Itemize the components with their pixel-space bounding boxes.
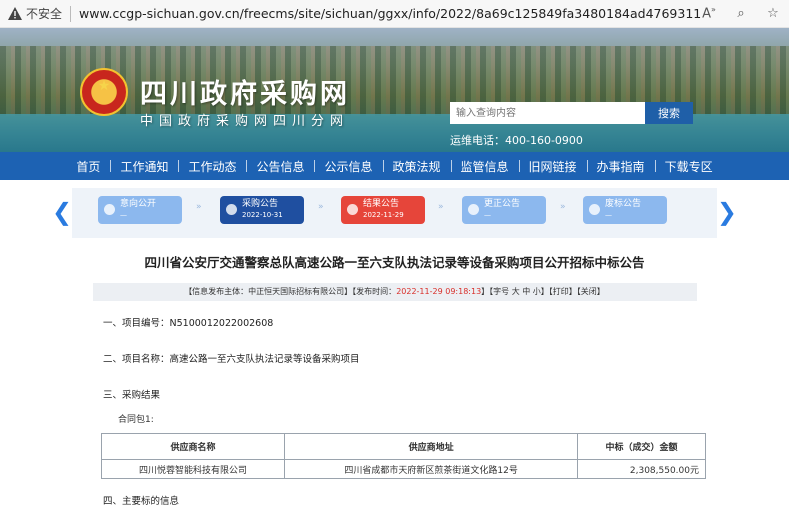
meta-actions[interactable]: 】【字号 大 中 小】【打印】【关闭】 [481,287,605,296]
contract-package: 合同包1: [118,415,154,425]
procurement-result-heading: 三、采购结果 [103,390,161,401]
main-items-heading: 四、主要标的信息 [103,496,180,505]
security-label: 不安全 [26,7,63,21]
warning-icon [8,7,22,21]
step-intent[interactable]: 意向公开 — [98,196,182,224]
step-result[interactable]: 结果公告 2022-11-29 [341,196,425,224]
step-cancel[interactable]: 废标公告 — [583,196,667,224]
article-meta: 【信息发布主体：中正恒天国际招标有限公司】【发布时间：2022-11-29 09… [92,283,697,301]
step-icon [104,204,115,215]
step-label: 结果公告 [363,199,400,209]
site-title[interactable]: 四川政府采购网 [140,72,350,111]
favorite-star-icon[interactable]: ☆ [765,6,781,21]
nav-policies[interactable]: 政策法规 [382,158,451,175]
nav-work-news[interactable]: 工作动态 [178,158,246,175]
nav-announcements[interactable]: 公告信息 [246,158,314,175]
double-chevron-icon: » [196,202,202,212]
nav-home[interactable]: 首页 [66,158,110,175]
result-table: 供应商名称 供应商地址 中标（成交）金额 四川悦蓉智能科技有限公司 四川省成都市… [100,433,706,479]
col-supplier-address: 供应商地址 [284,433,579,460]
step-label: 废标公告 [605,199,642,209]
step-icon [226,204,237,215]
read-aloud-icon[interactable]: A» [701,5,717,21]
project-number: 一、项目编号：N5100012022002608 [103,318,274,329]
step-label: 更正公告 [484,199,521,209]
article-title: 四川省公安厅交通警察总队高速公路一至六支队执法记录等设备采购项目公开招标中标公告 [144,255,645,270]
step-icon [347,204,358,215]
nav-supervision[interactable]: 监管信息 [450,158,519,175]
search-input[interactable] [450,102,645,124]
procurement-steps: ❮ 意向公开 — » 采购公告 2022-10-31 » 结果公告 2022-1… [52,188,737,238]
url-field[interactable]: www.ccgp-sichuan.gov.cn/freecms/site/sic… [79,6,701,21]
col-award-amount: 中标（成交）金额 [577,433,706,460]
divider [70,5,72,22]
search-button[interactable]: 搜索 [645,102,693,124]
step-date: — [120,211,127,219]
browser-address-bar: 不安全 www.ccgp-sichuan.gov.cn/freecms/site… [0,0,789,28]
zoom-icon[interactable]: ⌕ [733,6,749,21]
step-procurement[interactable]: 采购公告 2022-10-31 [220,196,304,224]
cell-supplier-address: 四川省成都市天府新区煎茶街道文化路12号 [284,459,579,479]
hotline-text: 运维电话：400-160-0900 [450,134,583,147]
step-date: 2022-11-29 [363,211,404,219]
main-nav: 首页 工作通知 工作动态 公告信息 公示信息 政策法规 监管信息 旧网链接 办事… [0,152,789,180]
step-icon [589,204,600,215]
site-subtitle: 中国政府采购网四川分网 [140,114,350,129]
step-label: 意向公开 [120,199,157,209]
chevron-right-icon[interactable]: ❯ [717,198,737,226]
col-supplier-name: 供应商名称 [100,433,286,460]
table-row: 四川悦蓉智能科技有限公司 四川省成都市天府新区煎茶街道文化路12号 2,308,… [100,459,706,479]
nav-old-site[interactable]: 旧网链接 [518,158,587,175]
nav-guide[interactable]: 办事指南 [586,158,655,175]
nav-downloads[interactable]: 下载专区 [654,158,723,175]
nav-public-notices[interactable]: 公示信息 [314,158,382,175]
site-banner: ★ 四川政府采购网 中国政府采购网四川分网 搜索 运维电话：400-160-09… [0,28,789,152]
meta-publisher: 【信息发布主体：中正恒天国际招标有限公司】【发布时间： [184,287,397,296]
cell-award-amount: 2,308,550.00元 [577,459,706,479]
national-emblem-icon: ★ [80,68,128,116]
double-chevron-icon: » [318,202,324,212]
chevron-left-icon[interactable]: ❮ [52,198,72,226]
step-icon [468,204,479,215]
project-name: 二、项目名称：高速公路一至六支队执法记录等设备采购项目 [103,354,360,365]
step-correction[interactable]: 更正公告 — [462,196,546,224]
step-date: — [484,211,491,219]
double-chevron-icon: » [438,202,444,212]
step-label: 采购公告 [242,199,279,209]
step-date: 2022-10-31 [242,211,283,219]
meta-time: 2022-11-29 09:18:13 [396,287,482,296]
security-indicator[interactable]: 不安全 [8,5,62,22]
table-header-row: 供应商名称 供应商地址 中标（成交）金额 [100,433,706,460]
step-date: — [605,211,612,219]
double-chevron-icon: » [560,202,566,212]
nav-work-notice[interactable]: 工作通知 [110,158,178,175]
cell-supplier-name: 四川悦蓉智能科技有限公司 [100,459,286,479]
